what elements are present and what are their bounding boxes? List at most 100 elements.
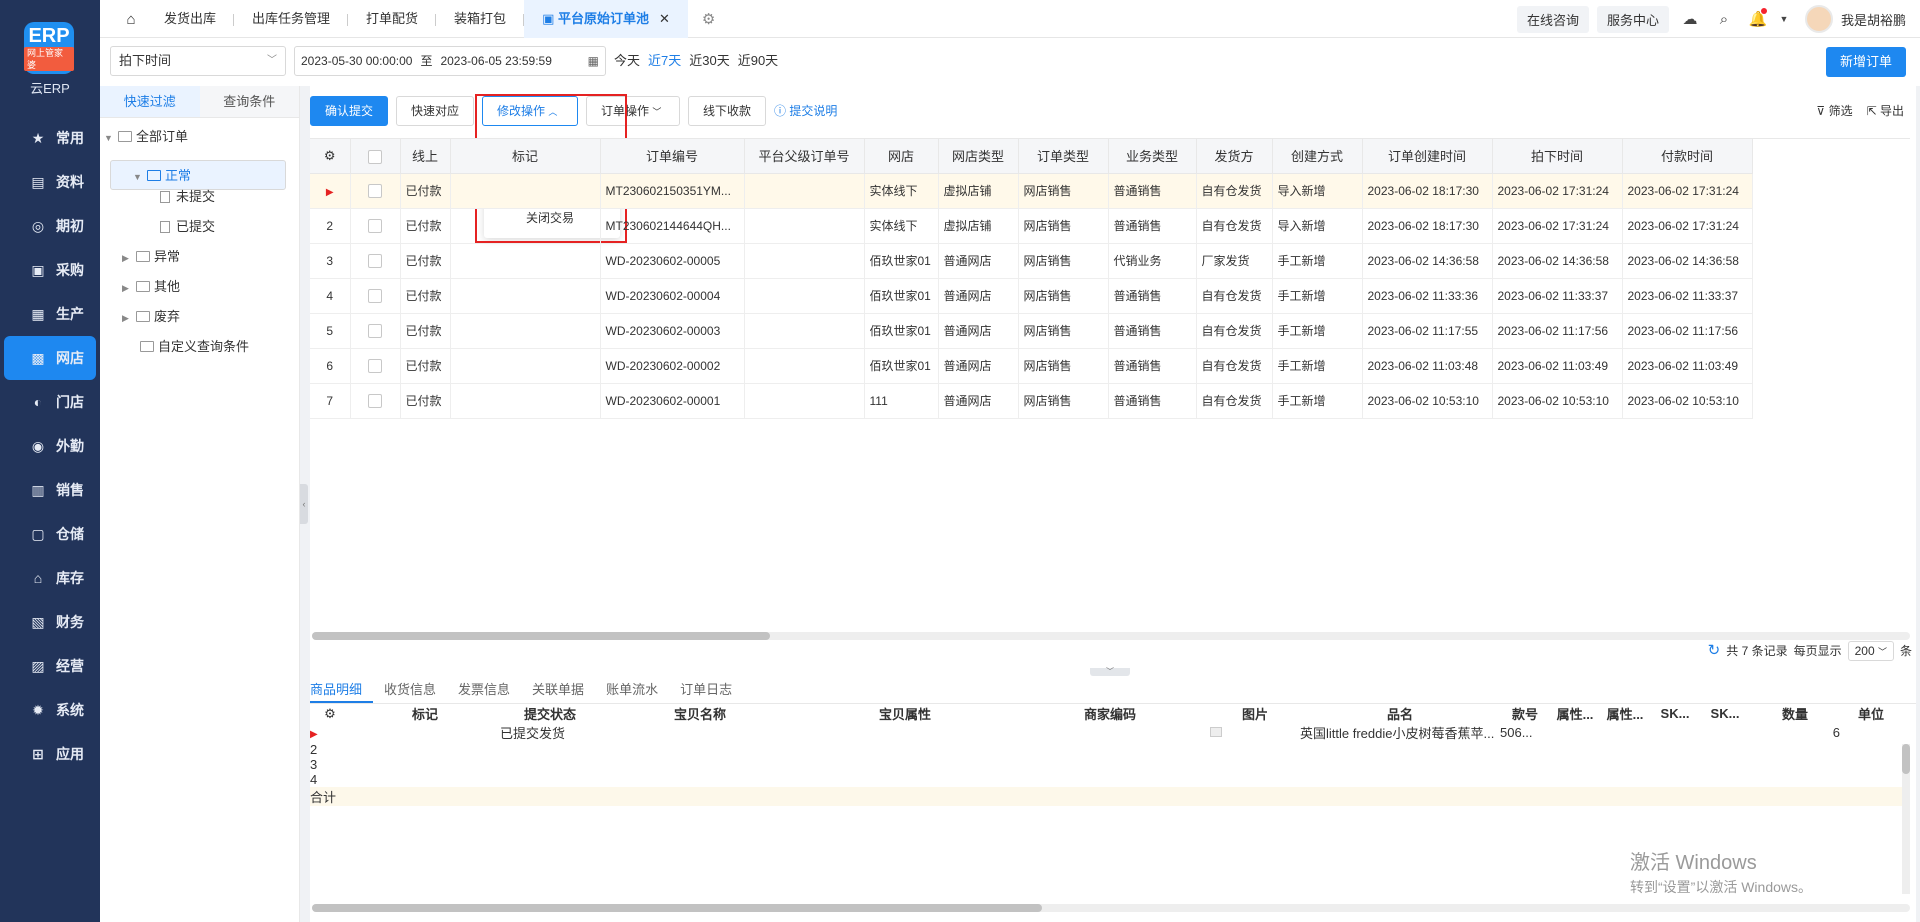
column-header[interactable]: 图片: [1210, 704, 1300, 723]
column-header[interactable]: 平台父级订单号: [744, 139, 865, 174]
offline-collect-button[interactable]: 线下收款: [688, 96, 767, 126]
detail-tab-4[interactable]: 账单流水: [606, 676, 669, 703]
nav-item-9[interactable]: ▢ 仓储: [4, 512, 96, 556]
column-header[interactable]: 款号: [1500, 704, 1550, 723]
date-range-picker[interactable]: 2023-05-30 00:00:00 至 2023-06-05 23:59:5…: [294, 46, 606, 76]
detail-tab-1[interactable]: 收货信息: [384, 676, 447, 703]
column-header[interactable]: 付款时间: [1622, 139, 1753, 174]
column-header[interactable]: 宝贝属性: [800, 704, 1010, 723]
tree-node-abnormal[interactable]: ▶ 异常: [100, 242, 299, 272]
tab-0[interactable]: 发货出库: [146, 0, 235, 38]
column-header[interactable]: 订单编号: [600, 139, 745, 174]
table-row[interactable]: ▶ 已提交发货 英国little freddie小皮树莓香蕉苹... 506... 6: [310, 723, 1902, 742]
column-header[interactable]: 单位: [1840, 704, 1902, 723]
column-header[interactable]: 订单创建时间: [1362, 139, 1493, 174]
column-header[interactable]: 业务类型: [1108, 139, 1197, 174]
column-header[interactable]: SK...: [1650, 704, 1700, 723]
column-header[interactable]: 数量: [1750, 704, 1840, 723]
nav-item-5[interactable]: ▩ 网店: [4, 336, 96, 380]
gear-icon[interactable]: ⚙: [702, 10, 715, 28]
cloud-download-icon[interactable]: ☁: [1677, 10, 1703, 28]
details-vertical-scrollbar[interactable]: [1902, 744, 1910, 894]
tree-node-custom[interactable]: 自定义查询条件: [100, 332, 299, 362]
column-header[interactable]: 宝贝名称: [600, 704, 800, 723]
online-consult-button[interactable]: 在线咨询: [1516, 5, 1589, 33]
table-row[interactable]: 6 已付款 WD-20230602-00002 佰玖世家01 普通网店 网店销售 普通销售自…: [310, 348, 1910, 384]
column-header[interactable]: 发货方: [1196, 139, 1273, 174]
row-checkbox[interactable]: [368, 183, 382, 198]
scrollbar-thumb[interactable]: [312, 904, 1042, 912]
chevron-down-icon[interactable]: ▼: [1779, 14, 1789, 24]
nav-item-0[interactable]: ★ 常用: [4, 116, 96, 160]
column-header[interactable]: 线上: [400, 139, 451, 174]
table-row[interactable]: 3: [310, 757, 1902, 772]
quick-date-2[interactable]: 近30天: [689, 46, 729, 76]
select-all-checkbox[interactable]: [368, 149, 382, 164]
column-header[interactable]: 创建方式: [1272, 139, 1363, 174]
per-page-select[interactable]: 200 ﹀: [1847, 641, 1894, 661]
row-checkbox[interactable]: [368, 253, 382, 268]
table-row[interactable]: 2 已付款 MT230602144644QH... 实体线下 虚拟店铺 网店销售 普通销售自…: [310, 208, 1910, 244]
bell-icon[interactable]: 🔔: [1745, 8, 1771, 28]
table-row[interactable]: ▶ 已付款 MT230602150351YM... 实体线下 虚拟店铺 网店销售 普通销售自…: [310, 173, 1910, 209]
nav-item-8[interactable]: ▥ 销售: [4, 468, 96, 512]
scrollbar-thumb[interactable]: [312, 632, 770, 640]
column-header[interactable]: 属性...: [1550, 704, 1600, 723]
column-header[interactable]: 标记: [450, 139, 601, 174]
quick-date-3[interactable]: 近90天: [738, 46, 778, 76]
detail-tab-3[interactable]: 关联单据: [532, 676, 595, 703]
table-row[interactable]: 5 已付款 WD-20230602-00003 佰玖世家01 普通网店 网店销售 普通销售自…: [310, 313, 1910, 349]
nav-item-2[interactable]: ◎ 期初: [4, 204, 96, 248]
nav-item-10[interactable]: ⌂ 库存: [4, 556, 96, 600]
nav-item-6[interactable]: ◐ 门店: [4, 380, 96, 424]
nav-item-13[interactable]: ✹ 系统: [4, 688, 96, 732]
column-header[interactable]: 网店: [864, 139, 939, 174]
user-name[interactable]: 我是胡裕鹏: [1841, 10, 1906, 29]
column-header[interactable]: 商家编码: [1010, 704, 1210, 723]
detail-tab-2[interactable]: 发票信息: [458, 676, 521, 703]
table-row[interactable]: 3 已付款 WD-20230602-00005 佰玖世家01 普通网店 网店销售 代销业务厂…: [310, 243, 1910, 279]
column-settings-gear-icon[interactable]: ⚙: [310, 704, 350, 723]
panel-collapse-handle[interactable]: ‹: [300, 484, 308, 524]
tab-query-conditions[interactable]: 查询条件: [199, 86, 299, 117]
table-row[interactable]: 2: [310, 742, 1902, 757]
column-header[interactable]: 订单类型: [1018, 139, 1109, 174]
column-header[interactable]: 标记: [350, 704, 500, 723]
nav-item-11[interactable]: ▧ 财务: [4, 600, 96, 644]
service-center-button[interactable]: 服务中心: [1596, 5, 1669, 33]
tree-node-other[interactable]: ▶ 其他: [100, 272, 299, 302]
home-icon[interactable]: ⌂: [116, 11, 146, 28]
orders-horizontal-scrollbar[interactable]: [312, 632, 1910, 640]
nav-item-4[interactable]: ▦ 生产: [4, 292, 96, 336]
nav-item-12[interactable]: ▨ 经营: [4, 644, 96, 688]
submit-help-link[interactable]: ⓘ 提交说明: [774, 96, 837, 126]
row-checkbox[interactable]: [368, 288, 382, 303]
confirm-submit-button[interactable]: 确认提交: [310, 96, 389, 126]
tab-1[interactable]: 出库任务管理: [234, 0, 349, 38]
column-header[interactable]: 属性...: [1600, 704, 1650, 723]
row-checkbox[interactable]: [368, 218, 382, 233]
detail-tab-0[interactable]: 商品明细: [310, 676, 374, 703]
tree-node-discarded[interactable]: ▶ 废弃: [100, 302, 299, 332]
tab-4[interactable]: ▣ 平台原始订单池 ✕: [524, 0, 688, 38]
new-order-button[interactable]: 新增订单: [1825, 47, 1906, 77]
column-header[interactable]: 品名: [1300, 704, 1500, 723]
table-row[interactable]: 4: [310, 772, 1902, 787]
quick-match-button[interactable]: 快速对应: [396, 96, 475, 126]
filter-button[interactable]: ⊽ 筛选: [1816, 96, 1852, 126]
table-row[interactable]: 4 已付款 WD-20230602-00004 佰玖世家01 普通网店 网店销售 普通销售自…: [310, 278, 1910, 314]
column-header[interactable]: 提交状态: [500, 704, 600, 723]
tab-3[interactable]: 装箱打包: [436, 0, 525, 38]
column-header[interactable]: 拍下时间: [1492, 139, 1623, 174]
avatar[interactable]: [1804, 5, 1833, 33]
nav-item-3[interactable]: ▣ 采购: [4, 248, 96, 292]
tab-2[interactable]: 打单配货: [348, 0, 437, 38]
app-logo[interactable]: ERP 网上管家婆: [24, 22, 74, 74]
quick-date-1[interactable]: 近7天: [648, 46, 681, 76]
pane-splitter[interactable]: ﹀: [1090, 668, 1130, 676]
row-checkbox[interactable]: [368, 323, 382, 338]
export-button[interactable]: ⇱ 导出: [1867, 96, 1904, 126]
modify-operations-dropdown[interactable]: 修改操作 ︿: [482, 96, 578, 126]
close-icon[interactable]: ✕: [659, 11, 670, 26]
table-row[interactable]: 7 已付款 WD-20230602-00001 111 普通网店 网店销售 普通销售 自有仓发…: [310, 383, 1910, 419]
